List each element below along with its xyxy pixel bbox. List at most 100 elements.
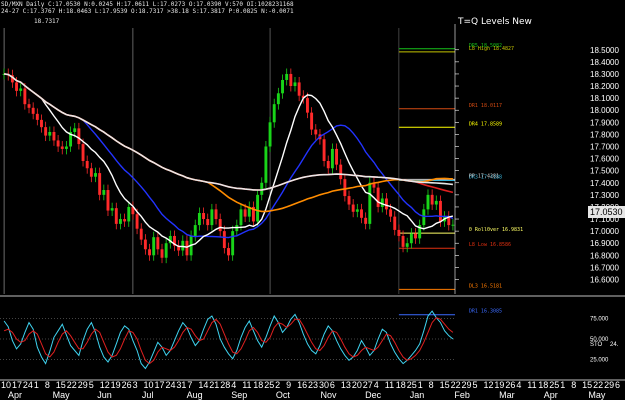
date-tick-37: 25 — [407, 380, 417, 390]
candle-body-38 — [160, 249, 164, 258]
candle-body-53 — [222, 231, 226, 249]
date-tick-26: 9 — [286, 380, 291, 390]
candle-body-66 — [276, 93, 280, 105]
date-tick-20: 28 — [220, 380, 230, 390]
date-tick-50: 25 — [549, 380, 559, 390]
date-tick-45: 19 — [494, 380, 504, 390]
candle-body-11 — [48, 131, 52, 136]
candle-body-64 — [268, 122, 272, 147]
price-tick-label-15: 17.0000 — [590, 227, 619, 236]
candle-body-13 — [56, 140, 60, 147]
date-tick-21: 4 — [231, 380, 236, 390]
date-tick-41: 22 — [451, 380, 461, 390]
price-tick-label-1: 18.4000 — [590, 58, 619, 67]
candle-body-9 — [40, 119, 43, 128]
candle-body-32 — [135, 214, 139, 229]
date-tick-48: 11 — [527, 380, 536, 390]
candle-body-52 — [218, 219, 222, 232]
date-tick-49: 18 — [538, 380, 548, 390]
candle-body-65 — [272, 104, 276, 123]
date-tick-6: 22 — [67, 380, 77, 390]
date-tick-1: 17 — [12, 380, 22, 390]
candle-body-14 — [60, 146, 64, 149]
candle-body-21 — [89, 168, 93, 177]
date-tick-46: 26 — [505, 380, 515, 390]
candle-body-48 — [202, 212, 206, 220]
date-tick-56: 6 — [615, 380, 620, 390]
candle-body-7 — [31, 107, 35, 114]
candle-body-77 — [322, 139, 326, 161]
candle-body-104 — [434, 200, 438, 205]
candle-body-5 — [23, 88, 27, 105]
candle-body-6 — [27, 104, 31, 108]
candle-body-22 — [94, 173, 97, 177]
date-tick-0: 10 — [1, 380, 11, 390]
date-tick-7: 29 — [78, 380, 88, 390]
level-label-9: DR1 16.3085 — [469, 309, 502, 315]
price-tick-label-10: 17.5000 — [590, 167, 619, 176]
candle-body-96 — [401, 235, 405, 247]
date-tick-22: 11 — [242, 380, 251, 390]
date-tick-36: 18 — [396, 380, 406, 390]
price-tick-label-6: 17.9000 — [590, 118, 619, 127]
candle-body-73 — [306, 98, 309, 113]
candle-body-99 — [414, 233, 417, 239]
date-tick-44: 12 — [484, 380, 494, 390]
price-tick-label-4: 18.1000 — [590, 94, 619, 103]
month-label-13: May — [588, 390, 606, 400]
stochastic-label: STO — [590, 342, 603, 348]
candle-body-102 — [426, 194, 430, 210]
date-tick-42: 29 — [462, 380, 472, 390]
month-label-11: Mar — [499, 390, 515, 400]
price-tick-label-9: 17.6000 — [590, 155, 619, 164]
price-tick-label-3: 18.2000 — [590, 82, 619, 91]
month-label-7: Nov — [321, 390, 338, 400]
candle-body-20 — [85, 161, 89, 169]
candle-body-75 — [314, 129, 318, 135]
date-tick-39: 8 — [429, 380, 434, 390]
price-tick-label-18: 16.7000 — [590, 263, 619, 272]
candle-body-34 — [143, 239, 147, 250]
candle-body-58 — [243, 209, 247, 217]
candle-body-79 — [330, 148, 334, 169]
date-tick-16: 31 — [176, 380, 186, 390]
candle-body-93 — [389, 209, 393, 217]
stochastic-tick-label-0: 75.000 — [590, 317, 609, 323]
candle-body-85 — [355, 209, 359, 212]
month-label-2: Jun — [97, 390, 112, 400]
price-tick-label-2: 18.3000 — [590, 70, 619, 79]
candle-body-29 — [123, 219, 127, 222]
price-tick-label-7: 17.8000 — [590, 130, 619, 139]
date-tick-14: 17 — [155, 380, 165, 390]
candle-body-26 — [110, 208, 114, 211]
date-tick-52: 8 — [571, 380, 576, 390]
date-tick-12: 3 — [133, 380, 138, 390]
candle-body-83 — [347, 196, 351, 205]
candle-body-74 — [310, 112, 314, 130]
month-label-6: Oct — [276, 390, 291, 400]
level-label-7: L8 Low 16.8586 — [469, 242, 511, 248]
stochastic-readout: 24. — [610, 342, 619, 348]
date-tick-9: 12 — [100, 380, 110, 390]
date-tick-2: 24 — [23, 380, 33, 390]
level-label-1: L8 High 18.4827 — [469, 46, 514, 52]
candle-body-105 — [438, 200, 442, 222]
price-tick-label-19: 16.6000 — [590, 275, 619, 284]
candle-body-80 — [335, 148, 339, 165]
candle-body-84 — [351, 204, 355, 212]
candle-body-95 — [397, 229, 401, 236]
date-tick-13: 10 — [144, 380, 154, 390]
candle-body-57 — [239, 209, 243, 226]
candle-body-51 — [214, 209, 218, 220]
date-tick-34: 4 — [374, 380, 379, 390]
date-tick-40: 15 — [440, 380, 450, 390]
price-tick-label-0: 18.5000 — [590, 46, 619, 55]
candle-body-28 — [118, 219, 122, 224]
candle-body-67 — [281, 79, 284, 94]
date-tick-32: 20 — [352, 380, 362, 390]
candle-body-4 — [19, 88, 23, 91]
candle-body-17 — [73, 128, 77, 132]
candle-body-30 — [127, 206, 131, 222]
candle-body-39 — [164, 243, 168, 258]
month-label-8: Dec — [365, 390, 382, 400]
